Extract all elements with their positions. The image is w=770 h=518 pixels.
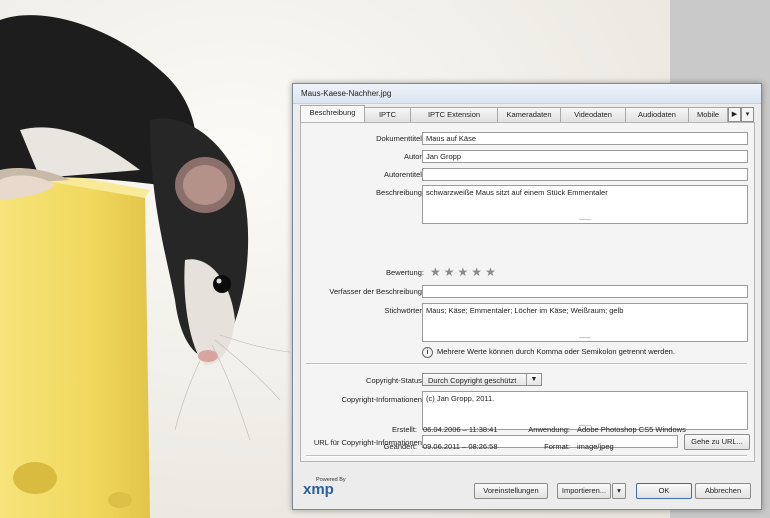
chevron-down-icon: ▼ bbox=[526, 374, 541, 385]
voreinstellungen-button[interactable]: Voreinstellungen bbox=[474, 483, 548, 499]
geaendert-value: 09.06.2011 – 08:26:58 bbox=[423, 442, 498, 451]
autor-field[interactable]: Jan Gropp bbox=[422, 150, 748, 163]
tab-kameradaten[interactable]: Kameradaten bbox=[497, 107, 561, 122]
importieren-button[interactable]: Importieren... bbox=[557, 483, 611, 499]
copyright-status-label: Copyright-Status: bbox=[366, 376, 424, 385]
copyright-info-text: (c) Jan Gropp, 2011. bbox=[426, 394, 495, 403]
info-note: i Mehrere Werte können durch Komma oder S… bbox=[422, 347, 675, 358]
tab-menu-icon[interactable]: ▾ bbox=[741, 107, 754, 122]
bewertung-label: Bewertung: bbox=[386, 268, 424, 277]
mouse-eye bbox=[213, 275, 231, 293]
ok-button[interactable]: OK bbox=[636, 483, 692, 499]
star-5-icon[interactable]: ★ bbox=[485, 265, 496, 279]
star-3-icon[interactable]: ★ bbox=[458, 265, 469, 279]
info-note-text: Mehrere Werte können durch Komma oder Se… bbox=[437, 347, 675, 356]
tab-iptc-extension[interactable]: IPTC Extension bbox=[410, 107, 498, 122]
tab-videodaten[interactable]: Videodaten bbox=[560, 107, 626, 122]
divider bbox=[306, 455, 747, 457]
dokumenttitel-field[interactable]: Maus auf Käse bbox=[422, 132, 748, 145]
copyright-status-value: Durch Copyright geschützt bbox=[428, 376, 517, 385]
verfasser-field[interactable] bbox=[422, 285, 748, 298]
abbrechen-button[interactable]: Abbrechen bbox=[695, 483, 751, 499]
geaendert-label: Geändert: bbox=[383, 442, 417, 451]
autorentitel-label: Autorentitel: bbox=[383, 170, 424, 179]
divider bbox=[306, 363, 747, 365]
anwendung-value: Adobe Photoshop CS5 Windows bbox=[577, 425, 686, 434]
anwendung-label: Anwendung: bbox=[528, 425, 570, 434]
tab-iptc[interactable]: IPTC bbox=[364, 107, 411, 122]
tab-beschreibung[interactable]: Beschreibung bbox=[300, 105, 365, 123]
autorentitel-field[interactable] bbox=[422, 168, 748, 181]
format-value: image/jpeg bbox=[577, 442, 614, 451]
window-title: Maus-Kaese-Nachher.jpg bbox=[301, 89, 392, 98]
tab-mobile[interactable]: Mobile bbox=[688, 107, 728, 122]
erstellt-value: 06.04.2006 – 11:38:41 bbox=[423, 425, 498, 434]
star-1-icon[interactable]: ★ bbox=[430, 265, 441, 279]
verfasser-label: Verfasser der Beschreibung: bbox=[329, 287, 424, 296]
xmp-logo: Powered By xmp bbox=[303, 477, 346, 497]
erstellt-label: Erstellt: bbox=[391, 425, 417, 434]
stichwoerter-label: Stichwörter: bbox=[384, 306, 424, 315]
copyright-status-select[interactable]: Durch Copyright geschützt ▼ bbox=[422, 373, 542, 386]
tab-audiodaten[interactable]: Audiodaten bbox=[625, 107, 689, 122]
star-2-icon[interactable]: ★ bbox=[444, 265, 455, 279]
resize-grip-icon[interactable] bbox=[579, 219, 591, 221]
title-bar[interactable]: Maus-Kaese-Nachher.jpg bbox=[293, 84, 761, 104]
tab-scroll-right-icon[interactable]: ▶ bbox=[728, 107, 741, 122]
tab-bar: Beschreibung IPTC IPTC Extension Kamerad… bbox=[300, 105, 755, 123]
description-panel: Dokumenttitel: Maus auf Käse Autor: Jan … bbox=[300, 122, 755, 462]
info-icon: i bbox=[422, 347, 433, 358]
beschreibung-label: Beschreibung: bbox=[376, 188, 424, 197]
stichwoerter-text: Maus; Käse; Emmentaler; Löcher im Käse; … bbox=[426, 306, 624, 315]
beschreibung-field[interactable]: schwarzweiße Maus sitzt auf einem Stück … bbox=[422, 185, 748, 224]
beschreibung-text: schwarzweiße Maus sitzt auf einem Stück … bbox=[426, 188, 608, 197]
dokumenttitel-label: Dokumenttitel: bbox=[376, 134, 424, 143]
importieren-menu-chevron-down-icon[interactable]: ▾ bbox=[612, 483, 626, 499]
star-4-icon[interactable]: ★ bbox=[471, 265, 482, 279]
goto-url-button[interactable]: Gehe zu URL... bbox=[684, 434, 750, 450]
rating-stars: ★ ★ ★ ★ ★ bbox=[430, 265, 499, 279]
xmp-logo-text: xmp bbox=[303, 481, 334, 498]
resize-grip-icon[interactable] bbox=[579, 337, 591, 339]
stichwoerter-field[interactable]: Maus; Käse; Emmentaler; Löcher im Käse; … bbox=[422, 303, 748, 342]
file-info-dialog: Maus-Kaese-Nachher.jpg Beschreibung IPTC… bbox=[292, 83, 762, 510]
copyright-info-label: Copyright-Informationen: bbox=[341, 395, 424, 404]
format-label: Format: bbox=[544, 442, 570, 451]
autor-label: Autor: bbox=[403, 152, 424, 161]
